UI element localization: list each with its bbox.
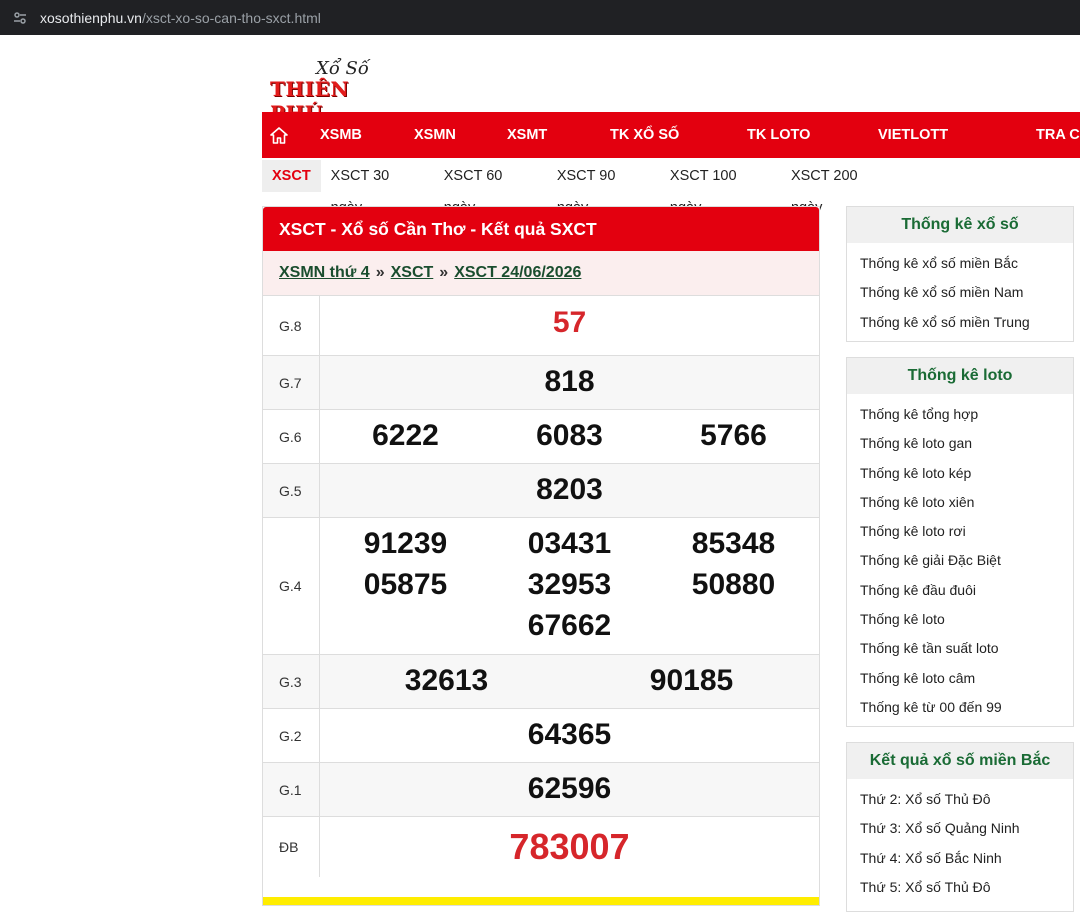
sidebar-link[interactable]: Thống kê xổ số miền Bắc xyxy=(860,249,1073,278)
prize-label: G.2 xyxy=(263,708,320,763)
prize-row-g1: G.1 62596 xyxy=(263,762,819,817)
sidebar-link[interactable]: Thống kê loto gan xyxy=(860,429,1073,458)
prize-label: G.8 xyxy=(263,295,320,356)
sidebar-link[interactable]: Thống kê loto xiên xyxy=(860,488,1073,517)
prize-number: 50880 xyxy=(691,568,776,601)
prize-row-special: ĐB 783007 xyxy=(263,816,819,877)
prize-number: 818 xyxy=(544,365,595,398)
browser-address-bar[interactable]: xosothienphu.vn/xsct-xo-so-can-tho-sxct.… xyxy=(0,0,1080,35)
sidebar-link[interactable]: Thống kê tổng hợp xyxy=(860,400,1073,429)
prize-number: 03431 xyxy=(527,527,612,560)
sidebar-link[interactable]: Thống kê xổ số miền Nam xyxy=(860,278,1073,307)
prize-number: 5766 xyxy=(700,419,767,452)
sidebar-link[interactable]: Thống kê xổ số miền Trung xyxy=(860,308,1073,337)
prize-label: G.4 xyxy=(263,517,320,655)
prize-row-g4: G.4 91239 03431 85348 05875 32953 50880 … xyxy=(263,517,819,655)
sidebar-link[interactable]: Thứ 4: Xổ số Bắc Ninh xyxy=(860,844,1073,873)
prize-number: 64365 xyxy=(527,718,612,751)
prize-label: G.6 xyxy=(263,409,320,464)
prize-row-g5: G.5 8203 xyxy=(263,463,819,518)
prize-number: 57 xyxy=(552,306,587,339)
prize-number: 85348 xyxy=(691,527,776,560)
prize-number: 91239 xyxy=(363,527,448,560)
sidebar-title: Thống kê loto xyxy=(847,358,1073,394)
nav-xsmt[interactable]: XSMT xyxy=(507,127,547,143)
prize-label: G.1 xyxy=(263,762,320,817)
results-table: G.8 57 G.7 818 G.6 6222 6083 5766 G.5 82… xyxy=(263,295,819,877)
nav-tra-cuu[interactable]: TRA CỨU xyxy=(1036,127,1080,143)
prize-label: ĐB xyxy=(263,816,320,877)
prize-number: 32953 xyxy=(527,568,612,601)
logo-script-text: Xổ Số xyxy=(316,58,369,79)
url-path: /xsct-xo-so-can-tho-sxct.html xyxy=(141,9,321,26)
sidebar-link[interactable]: Thống kê loto kép xyxy=(860,459,1073,488)
panel-footer-bar xyxy=(263,897,819,905)
sidebar-link[interactable]: Thứ 2: Xổ số Thủ Đô xyxy=(860,785,1073,814)
prize-row-g8: G.8 57 xyxy=(263,295,819,356)
sidebar-link[interactable]: Thống kê loto câm xyxy=(860,664,1073,693)
prize-label: G.3 xyxy=(263,654,320,709)
nav-tk-xo-so[interactable]: TK XỔ SỐ xyxy=(610,127,679,143)
subnav-xsct-90[interactable]: XSCT 90 ngày xyxy=(547,160,660,216)
subnav-xsct-60[interactable]: XSCT 60 ngày xyxy=(434,160,547,216)
sidebar-title: Kết quả xổ số miền Bắc xyxy=(847,743,1073,779)
sidebar-link[interactable]: Thứ 5: Xổ số Thủ Đô xyxy=(860,873,1073,902)
prize-number: 32613 xyxy=(404,664,489,697)
sidebar-link[interactable]: Thống kê loto rơi xyxy=(860,517,1073,546)
subnav-xsct-100[interactable]: XSCT 100 ngày xyxy=(660,160,781,216)
nav-xsmn[interactable]: XSMN xyxy=(414,127,456,143)
results-title: XSCT - Xổ số Cần Thơ - Kết quả SXCT xyxy=(263,207,819,251)
main-nav: XSMB XSMN XSMT TK XỔ SỐ TK LOTO VIETLOTT… xyxy=(262,112,1080,158)
breadcrumb-xsct-date[interactable]: XSCT 24/06/2026 xyxy=(454,264,581,282)
sidebar-link[interactable]: Thống kê giải Đặc Biệt xyxy=(860,546,1073,575)
prize-number: 8203 xyxy=(536,473,603,506)
sidebar-box-thong-ke-loto: Thống kê loto Thống kê tổng hợp Thống kê… xyxy=(846,357,1074,728)
breadcrumb-separator: » xyxy=(439,264,449,281)
sidebar-box-kqxs-mien-bac: Kết quả xổ số miền Bắc Thứ 2: Xổ số Thủ … xyxy=(846,742,1074,912)
prize-number: 67662 xyxy=(527,609,612,642)
prize-row-g3: G.3 32613 90185 xyxy=(263,654,819,709)
prize-number: 6222 xyxy=(372,419,439,452)
breadcrumb: XSMN thứ 4 » XSCT » XSCT 24/06/2026 xyxy=(263,251,819,295)
sidebar-title: Thống kê xổ số xyxy=(847,207,1073,243)
sidebar-link[interactable]: Thống kê từ 00 đến 99 xyxy=(860,693,1073,722)
results-panel: XSCT - Xổ số Cần Thơ - Kết quả SXCT XSMN… xyxy=(262,206,820,906)
sidebar-box-thong-ke-xo-so: Thống kê xổ số Thống kê xổ số miền Bắc T… xyxy=(846,206,1074,342)
breadcrumb-xsct[interactable]: XSCT xyxy=(391,264,434,282)
prize-number: 05875 xyxy=(363,568,448,601)
prize-number: 90185 xyxy=(649,664,734,697)
sidebar-link[interactable]: Thống kê tần suất loto xyxy=(860,634,1073,663)
prize-number: 62596 xyxy=(527,772,612,805)
site-settings-icon[interactable] xyxy=(0,10,40,26)
url-text[interactable]: xosothienphu.vn/xsct-xo-so-can-tho-sxct.… xyxy=(40,10,321,26)
breadcrumb-separator: » xyxy=(375,264,385,281)
prize-number: 6083 xyxy=(536,419,603,452)
subnav-xsct-30[interactable]: XSCT 30 ngày xyxy=(321,160,434,216)
sidebar-link[interactable]: Thứ 3: Xổ số Quảng Ninh xyxy=(860,814,1073,843)
sub-nav: XSCT XSCT 30 ngày XSCT 60 ngày XSCT 90 n… xyxy=(262,160,902,216)
breadcrumb-xsmn-thu4[interactable]: XSMN thứ 4 xyxy=(279,264,370,282)
subnav-xsct-200[interactable]: XSCT 200 ngày xyxy=(781,160,902,216)
prize-label: G.7 xyxy=(263,355,320,410)
special-prize-number: 783007 xyxy=(509,826,630,867)
prize-row-g7: G.7 818 xyxy=(263,355,819,410)
url-domain: xosothienphu.vn xyxy=(40,9,142,26)
prize-row-g2: G.2 64365 xyxy=(263,708,819,763)
nav-xsmb[interactable]: XSMB xyxy=(320,127,362,143)
nav-vietlott[interactable]: VIETLOTT xyxy=(878,127,948,143)
home-icon[interactable] xyxy=(262,112,296,158)
subnav-xsct[interactable]: XSCT xyxy=(262,160,321,192)
sidebar-link[interactable]: Thống kê loto xyxy=(860,605,1073,634)
sidebar-link[interactable]: Thống kê đầu đuôi xyxy=(860,576,1073,605)
site-logo[interactable]: Xổ Số THIÊN PHÚ xyxy=(268,58,408,125)
prize-row-g6: G.6 6222 6083 5766 xyxy=(263,409,819,464)
nav-tk-loto[interactable]: TK LOTO xyxy=(747,127,810,143)
prize-label: G.5 xyxy=(263,463,320,518)
